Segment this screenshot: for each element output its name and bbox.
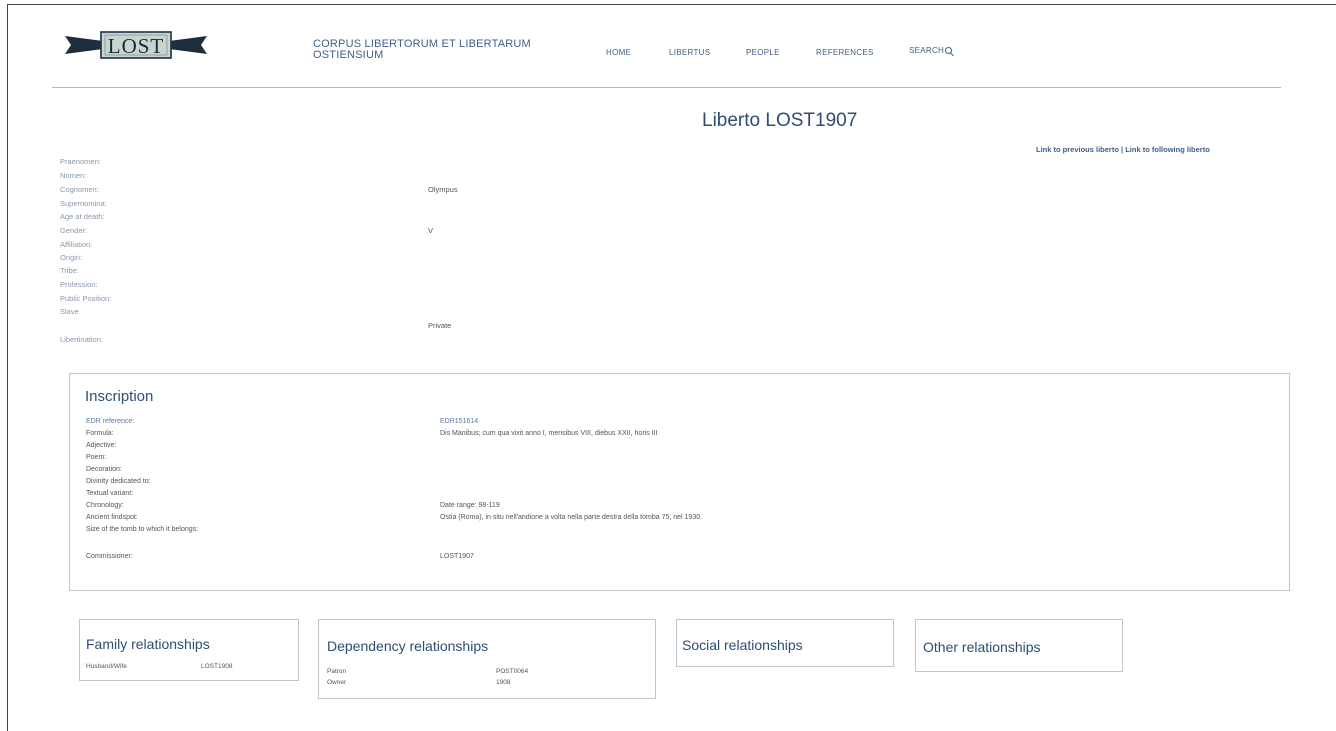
nav-libertus[interactable]: LIBERTUS: [669, 48, 710, 57]
inscription-heading: Inscription: [85, 388, 154, 405]
inscription-panel: Inscription EDR reference: EDR151614 For…: [69, 373, 1290, 591]
following-liberto-link[interactable]: Link to following liberto: [1125, 145, 1210, 154]
dependency-row-owner-value[interactable]: 1908: [496, 679, 510, 686]
family-relationships-panel: Family relationships Husband/Wife LOST19…: [79, 619, 299, 681]
dependency-row-owner-label: Owner: [327, 679, 347, 686]
inscription-label-adjective: Adjective:: [86, 442, 117, 449]
field-label-tribe: Tribe:: [60, 266, 79, 275]
inscription-label-edr: EDR reference:: [86, 418, 135, 425]
inscription-label-divinity: Divinity dedicated to:: [86, 478, 151, 485]
field-label-nomen: Nomen:: [60, 171, 87, 180]
inscription-value-chronology: Date range: 98-119: [440, 502, 500, 509]
field-label-praenomen: Praenomen:: [60, 157, 101, 166]
family-row-value[interactable]: LOST1908: [201, 663, 232, 670]
site-title-line2: OSTIENSIUM: [313, 49, 384, 61]
field-label-gender: Gender:: [60, 226, 88, 235]
search-icon: [945, 47, 953, 54]
dependency-row-patron-value[interactable]: POST0064: [496, 668, 528, 675]
field-label-origin: Origin:: [60, 253, 83, 262]
field-label-public-position: Public Position:: [60, 294, 112, 303]
field-label-slave: Slave: [60, 307, 79, 316]
nav-home[interactable]: HOME: [606, 48, 631, 57]
field-label-age-at-death: Age at death:: [60, 212, 105, 221]
other-relationships-panel: Other relationships: [915, 619, 1123, 672]
dependency-row-patron-label: Patron: [327, 668, 347, 675]
inscription-label-chronology: Chronology:: [86, 502, 124, 509]
page-title: Liberto LOST1907: [702, 110, 858, 131]
inscription-label-textual-variant: Textual variant:: [86, 490, 134, 497]
family-row-label: Husband/Wife: [86, 663, 127, 670]
header-divider: [52, 87, 1281, 88]
field-value-cognomen: Olympus: [428, 185, 458, 194]
inscription-label-findspot: Ancient findspot:: [86, 514, 138, 521]
inscription-label-formula: Formula:: [86, 430, 114, 437]
field-label-cognomen: Cognomen:: [60, 185, 99, 194]
liberto-nav-links: Link to previous liberto | Link to follo…: [1036, 145, 1210, 154]
site-title[interactable]: CORPUS LIBERTORUM ET LIBERTARUM OSTIENSI…: [313, 39, 531, 61]
other-relationships-heading: Other relationships: [923, 639, 1041, 655]
field-label-affiliation: Affiliation:: [60, 240, 93, 249]
nav-search[interactable]: SEARCH: [909, 46, 953, 55]
field-label-libertination: Libertination:: [60, 335, 103, 344]
social-relationships-heading: Social relationships: [682, 637, 803, 653]
logo-text: LOST: [108, 34, 165, 58]
inscription-label-poem: Poem:: [86, 454, 107, 461]
inscription-value-commissioner: LOST1907: [440, 553, 474, 560]
family-relationships-heading: Family relationships: [86, 636, 210, 652]
previous-liberto-link[interactable]: Link to previous liberto: [1036, 145, 1119, 154]
nav-search-label: SEARCH: [909, 46, 945, 55]
field-value-slave: Private: [428, 321, 452, 330]
field-label-supernomina: Supernomina:: [60, 199, 107, 208]
field-label-profession: Profession:: [60, 280, 98, 289]
social-relationships-panel: Social relationships: [676, 619, 894, 667]
inscription-label-tomb-size: Size of the tomb to which it belongs:: [86, 526, 199, 533]
dependency-relationships-panel: Dependency relationships Patron POST0064…: [318, 619, 656, 699]
lost-logo[interactable]: LOST: [65, 30, 207, 60]
nav-people[interactable]: PEOPLE: [746, 48, 780, 57]
inscription-value-edr-link[interactable]: EDR151614: [440, 418, 478, 425]
field-value-gender: V: [428, 226, 434, 235]
inscription-value-formula: Dis Manibus; cum qua vixit anno I, mensi…: [440, 430, 658, 437]
inscription-label-commissioner: Commissioner:: [86, 553, 133, 560]
nav-references[interactable]: REFERENCES: [816, 48, 874, 57]
inscription-value-findspot: Ostia (Roma), in situ nell'andione a vol…: [440, 514, 703, 521]
inscription-label-decoration: Decoration:: [86, 466, 122, 473]
dependency-relationships-heading: Dependency relationships: [327, 638, 489, 654]
